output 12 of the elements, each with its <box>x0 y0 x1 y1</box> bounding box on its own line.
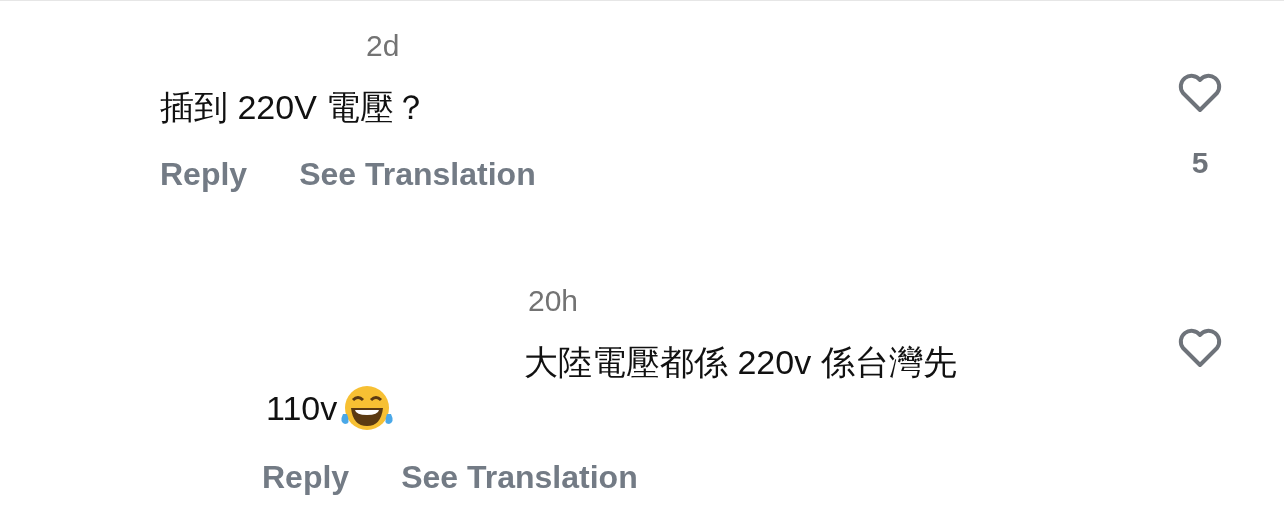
comment-text: 110v <box>266 388 338 429</box>
comment-text: 大陸電壓都係 220v 係台灣先 <box>524 342 957 383</box>
comment-text: 插到 220V 電壓？ <box>160 87 429 128</box>
see-translation-link[interactable]: See Translation <box>401 457 638 497</box>
comment-time: 2d <box>366 28 400 64</box>
like-button[interactable] <box>1176 327 1224 369</box>
like-count: 5 <box>1191 145 1209 181</box>
comment-time: 20h <box>528 283 579 319</box>
reply-link[interactable]: Reply <box>262 457 350 497</box>
reply-link[interactable]: Reply <box>160 154 248 194</box>
see-translation-link[interactable]: See Translation <box>299 154 536 194</box>
like-button[interactable] <box>1176 72 1224 114</box>
